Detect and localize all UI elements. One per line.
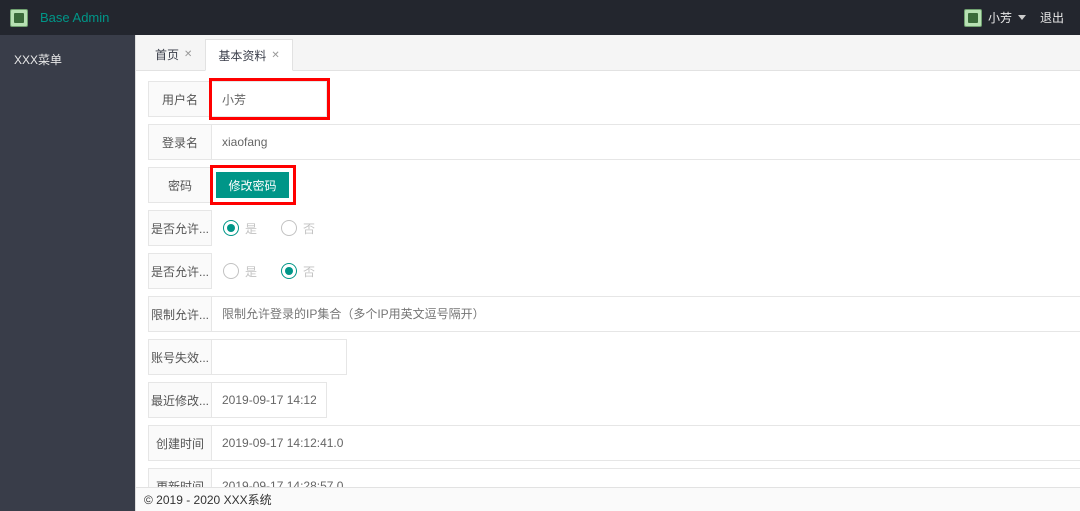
logout-link[interactable]: 退出	[1040, 9, 1064, 26]
row-updated: 更新时间	[148, 468, 1080, 487]
allow2-label: 是否允许...	[148, 253, 212, 289]
radio-icon	[281, 220, 297, 236]
topbar-right: 小芳 退出	[964, 9, 1080, 27]
row-created: 创建时间	[148, 425, 1080, 461]
avatar-icon	[964, 9, 982, 27]
lastmod-input	[212, 382, 327, 418]
iplimit-label: 限制允许...	[148, 296, 212, 332]
change-password-button[interactable]: 修改密码	[216, 172, 288, 198]
login-label: 登录名	[148, 124, 212, 160]
lastmod-label: 最近修改...	[148, 382, 212, 418]
content-scroll[interactable]: 用户名 登录名 密码 修改密码 是否允许... 是	[136, 71, 1080, 487]
row-login: 登录名	[148, 124, 1080, 160]
user-menu[interactable]: 小芳	[964, 9, 1026, 27]
brand[interactable]: Base Admin	[10, 9, 109, 27]
expire-input[interactable]	[212, 339, 347, 375]
row-username: 用户名	[148, 81, 1080, 117]
close-icon[interactable]: ✕	[271, 50, 279, 61]
app-logo-icon	[10, 9, 28, 27]
radio-checked-icon	[281, 263, 297, 279]
allow1-radio-no[interactable]: 否	[281, 220, 315, 237]
created-label: 创建时间	[148, 425, 212, 461]
row-expire: 账号失效...	[148, 339, 1080, 375]
created-input	[212, 425, 1080, 461]
footer-text: © 2019 - 2020 XXX系统	[144, 491, 272, 508]
row-iplimit: 限制允许...	[148, 296, 1080, 332]
row-lastmod: 最近修改...	[148, 382, 1080, 418]
allow1-radio-yes[interactable]: 是	[223, 220, 257, 237]
login-input[interactable]	[212, 124, 1080, 160]
allow1-radio-group: 是 否	[212, 210, 1080, 246]
caret-down-icon	[1018, 15, 1026, 20]
tab-profile-label: 基本资料	[218, 47, 266, 64]
brand-text: Base Admin	[40, 10, 109, 25]
tab-home[interactable]: 首页 ✕	[142, 38, 205, 70]
profile-form: 用户名 登录名 密码 修改密码 是否允许... 是	[136, 71, 1080, 487]
sidebar: XXX菜单	[0, 35, 135, 511]
tab-bar: 首页 ✕ 基本资料 ✕	[136, 35, 1080, 71]
allow2-radio-no[interactable]: 否	[281, 263, 315, 280]
allow1-label: 是否允许...	[148, 210, 212, 246]
row-password: 密码 修改密码	[148, 167, 1080, 203]
main-panel: 首页 ✕ 基本资料 ✕ 用户名 登录名 密码	[135, 35, 1080, 511]
tab-home-label: 首页	[155, 46, 179, 63]
allow2-radio-group: 是 否	[212, 253, 1080, 289]
password-label: 密码	[148, 167, 212, 203]
tab-profile[interactable]: 基本资料 ✕	[205, 39, 292, 71]
sidebar-item-menu[interactable]: XXX菜单	[0, 49, 135, 70]
updated-input	[212, 468, 1080, 487]
row-allow-1: 是否允许... 是 否	[148, 210, 1080, 246]
row-allow-2: 是否允许... 是 否	[148, 253, 1080, 289]
username-input[interactable]	[212, 81, 327, 117]
close-icon[interactable]: ✕	[184, 49, 192, 60]
username-label: 用户名	[148, 81, 212, 117]
expire-label: 账号失效...	[148, 339, 212, 375]
footer-bar: © 2019 - 2020 XXX系统	[136, 487, 1080, 511]
allow2-radio-yes[interactable]: 是	[223, 263, 257, 280]
updated-label: 更新时间	[148, 468, 212, 487]
radio-icon	[223, 263, 239, 279]
password-button-wrap: 修改密码	[212, 167, 294, 203]
radio-checked-icon	[223, 220, 239, 236]
middle-area: XXX菜单 首页 ✕ 基本资料 ✕ 用户名 登录名	[0, 35, 1080, 511]
top-bar: Base Admin 小芳 退出	[0, 0, 1080, 35]
current-user-label: 小芳	[988, 9, 1012, 26]
iplimit-input[interactable]	[212, 296, 1080, 332]
